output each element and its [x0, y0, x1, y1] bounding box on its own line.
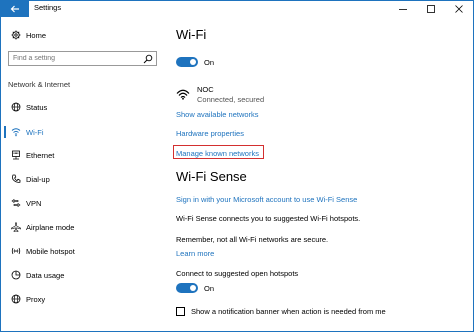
sidebar-item-label: Data usage — [26, 270, 65, 280]
toggle-knob — [190, 285, 196, 291]
sidebar-item-label: Ethernet — [26, 150, 55, 160]
back-arrow-icon — [10, 5, 19, 13]
settings-window: Settings Home Network & Internet St — [0, 0, 474, 332]
section-label: Network & Internet — [8, 80, 71, 89]
ethernet-icon — [11, 150, 21, 160]
sidebar-item-proxy[interactable]: Proxy — [1, 288, 161, 310]
main-content: Wi-Fi On NOC Connected, secured Show ava… — [161, 17, 473, 331]
data-usage-icon — [11, 270, 21, 280]
sidebar-item-label: Status — [26, 102, 48, 112]
notification-checkbox[interactable] — [176, 307, 185, 316]
sidebar-item-status[interactable]: Status — [1, 96, 161, 118]
maximize-button[interactable] — [417, 1, 445, 17]
minimize-icon — [399, 9, 407, 10]
window-title: Settings — [34, 3, 62, 12]
search-box[interactable] — [8, 51, 157, 66]
page-title: Wi-Fi — [176, 27, 207, 42]
learn-more-link[interactable]: Learn more — [176, 249, 214, 258]
active-indicator — [4, 126, 6, 138]
sidebar-item-airplane-mode[interactable]: Airplane mode — [1, 216, 161, 238]
network-name[interactable]: NOC — [197, 85, 214, 94]
sidebar-item-ethernet[interactable]: Ethernet — [1, 144, 161, 166]
vpn-icon — [11, 198, 21, 208]
back-button[interactable] — [1, 1, 29, 17]
wifi-signal-icon — [176, 89, 190, 100]
sidebar-item-label: Mobile hotspot — [26, 246, 75, 256]
globe-icon — [11, 294, 21, 304]
show-available-networks-link[interactable]: Show available networks — [176, 110, 259, 119]
gear-icon — [11, 30, 21, 40]
manage-known-networks-link[interactable]: Manage known networks — [176, 149, 259, 158]
globe-icon — [11, 102, 21, 112]
minimize-button[interactable] — [389, 1, 417, 17]
notification-checkbox-label[interactable]: Show a notification banner when action i… — [191, 307, 386, 316]
sidebar-item-label: VPN — [26, 198, 42, 208]
phone-icon — [11, 174, 21, 184]
sidebar-item-mobile-hotspot[interactable]: Mobile hotspot — [1, 240, 161, 262]
sidebar-item-dialup[interactable]: Dial-up — [1, 168, 161, 190]
hotspots-setting-label: Connect to suggested open hotspots — [176, 269, 299, 278]
sidebar-item-label: Airplane mode — [26, 222, 75, 232]
sidebar-item-label: Home — [26, 30, 47, 40]
maximize-icon — [427, 5, 435, 13]
sidebar-item-label: Proxy — [26, 294, 46, 304]
sidebar-item-label: Dial-up — [26, 174, 50, 184]
wifi-sense-heading: Wi-Fi Sense — [176, 169, 247, 184]
search-icon[interactable] — [143, 54, 153, 64]
search-input[interactable] — [13, 53, 138, 64]
sidebar-item-label: Wi-Fi — [26, 127, 44, 137]
sidebar-item-home[interactable]: Home — [1, 24, 161, 46]
network-status: Connected, secured — [197, 95, 265, 104]
hotspots-toggle-label: On — [204, 284, 215, 293]
title-bar: Settings — [1, 1, 473, 17]
hotspot-icon — [11, 246, 21, 256]
wifi-toggle[interactable] — [176, 57, 198, 67]
sidebar-item-wifi[interactable]: Wi-Fi — [1, 121, 161, 143]
wifi-sense-description: Wi-Fi Sense connects you to suggested Wi… — [176, 214, 361, 223]
airplane-icon — [11, 222, 21, 232]
sidebar: Home Network & Internet Status Wi-Fi Eth… — [1, 17, 161, 331]
wifi-icon — [11, 127, 21, 137]
wifi-toggle-label: On — [204, 58, 215, 67]
sidebar-item-vpn[interactable]: VPN — [1, 192, 161, 214]
close-icon — [455, 5, 463, 13]
hardware-properties-link[interactable]: Hardware properties — [176, 129, 244, 138]
hotspots-toggle[interactable] — [176, 283, 198, 293]
sign-in-microsoft-link[interactable]: Sign in with your Microsoft account to u… — [176, 195, 357, 204]
toggle-knob — [190, 59, 196, 65]
sidebar-item-data-usage[interactable]: Data usage — [1, 264, 161, 286]
wifi-sense-note: Remember, not all Wi-Fi networks are sec… — [176, 235, 329, 244]
close-button[interactable] — [445, 1, 473, 17]
